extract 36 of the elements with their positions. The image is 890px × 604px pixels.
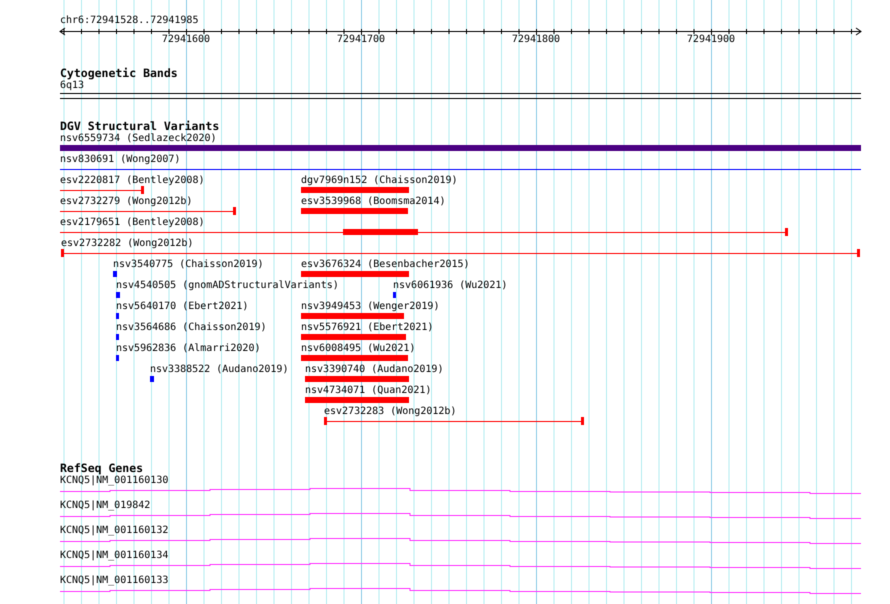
band-label: 6q13	[60, 81, 86, 91]
variant-label: nsv3564686 (Chaisson2019)	[116, 323, 267, 333]
locus-label: chr6:72941528..72941985	[60, 16, 200, 26]
variant-label: nsv830691 (Wong2007)	[60, 155, 180, 165]
ruler-tick-label: 72941900	[686, 35, 736, 45]
variant-label: nsv5962836 (Almarri2020)	[116, 344, 260, 354]
variant-label: nsv6008495 (Wu2021)	[301, 344, 416, 354]
variant-label: nsv3949453 (Wenger2019)	[301, 302, 440, 312]
ruler-tick-label: 72941800	[512, 35, 560, 45]
variant-label: esv2732282 (Wong2012b)	[61, 239, 194, 249]
track-title: Cytogenetic Bands	[60, 67, 179, 79]
variant-label: nsv5640170 (Ebert2021)	[116, 302, 248, 312]
variant-label: nsv6559734 (Sedlazeck2020)	[60, 134, 217, 144]
variant-label: esv3676324 (Besenbacher2015)	[301, 260, 470, 270]
variant-label: esv2220817 (Bentley2008)	[60, 176, 204, 186]
variant-label: nsv3390740 (Audano2019)	[305, 365, 444, 375]
variant-label: nsv3388522 (Audano2019)	[150, 365, 288, 375]
variant-label: nsv4540505 (gnomADStructuralVariants)	[116, 281, 339, 291]
track-title: RefSeq Genes	[60, 462, 144, 474]
gene-label: KCNQ5|NM_019842	[60, 501, 150, 511]
ruler-tick-label: 72941700	[336, 35, 386, 45]
track-title: DGV Structural Variants	[60, 120, 220, 132]
variant-label: esv2732279 (Wong2012b)	[60, 197, 192, 207]
variant-label: esv2732283 (Wong2012b)	[324, 407, 456, 417]
variant-label: esv2179651 (Bentley2008)	[60, 218, 204, 228]
gene-label: KCNQ5|NM_001160130	[60, 476, 168, 486]
variant-label: dgv7969n152 (Chaisson2019)	[301, 176, 458, 186]
gene-label: KCNQ5|NM_001160134	[60, 551, 168, 561]
ruler-tick-label: 72941600	[162, 35, 210, 45]
variant-label: nsv4734071 (Quan2021)	[305, 386, 432, 396]
variant-label: nsv3540775 (Chaisson2019)	[113, 260, 264, 270]
variant-label: esv3539968 (Boomsma2014)	[301, 197, 446, 207]
gene-label: KCNQ5|NM_001160133	[60, 576, 168, 586]
variant-label: nsv6061936 (Wu2021)	[393, 281, 508, 291]
variant-label: nsv5576921 (Ebert2021)	[301, 323, 434, 333]
gene-label: KCNQ5|NM_001160132	[60, 526, 168, 536]
